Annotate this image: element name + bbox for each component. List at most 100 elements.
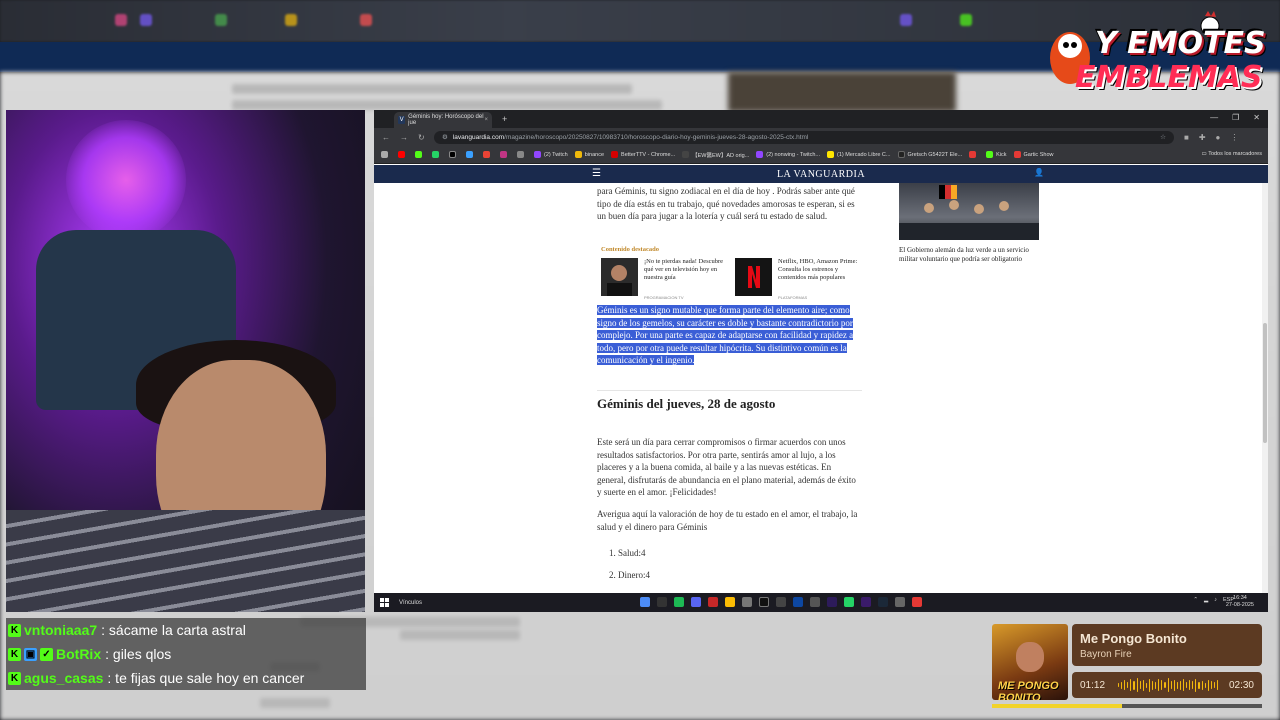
extension-icon[interactable]: ■ — [1184, 133, 1189, 142]
bookmark-twitch[interactable]: (2) Twitch — [534, 151, 568, 158]
apps-grid-icon[interactable] — [381, 151, 391, 158]
waveform-bar — [1152, 680, 1154, 690]
site-logo[interactable]: LA VANGUARDIA — [777, 169, 865, 180]
kick-icon[interactable] — [415, 151, 425, 158]
waveform-bar — [1164, 682, 1166, 688]
photoshop-icon[interactable] — [793, 597, 803, 607]
taskbar-clock[interactable]: 16:34 27-08-2025 — [1226, 595, 1254, 609]
scrollbar[interactable] — [1262, 183, 1268, 593]
site-info-icon[interactable]: ⚙ — [442, 133, 448, 141]
red-icon[interactable] — [969, 151, 979, 158]
cover-title: ME PONGO BONITO — [998, 680, 1059, 700]
highlighted-paragraph: Géminis es un signo mutable que forma pa… — [597, 305, 854, 365]
new-tab-button[interactable]: + — [502, 114, 507, 124]
chat-message: K vntoniaaa7 : sácame la carta astral — [8, 619, 246, 641]
app-icon[interactable] — [810, 597, 820, 607]
reload-icon[interactable]: ↻ — [418, 133, 428, 142]
obs-icon[interactable] — [657, 597, 667, 607]
chat-text: : giles qlos — [105, 646, 172, 662]
bookmark-binance[interactable]: binance — [574, 151, 604, 158]
featured-card-streaming[interactable]: Netflix, HBO, Amazon Prime: Consulta los… — [735, 258, 857, 300]
bookmark-gretsch[interactable]: Gretsch G5422T Ele... — [897, 151, 962, 158]
tab-geminis[interactable]: V Géminis hoy: Horóscopo del jue × — [394, 112, 492, 128]
check-icon[interactable] — [466, 151, 476, 158]
chat-username: BotRix — [56, 646, 102, 662]
x-icon[interactable] — [449, 151, 459, 158]
gmail-icon[interactable] — [483, 151, 493, 158]
steam-icon[interactable] — [640, 597, 650, 607]
close-window-button[interactable]: ✕ — [1253, 113, 1260, 122]
premiere-icon[interactable] — [827, 597, 837, 607]
parliament-photo-icon — [899, 185, 1039, 240]
hamburger-menu-icon[interactable]: ☰ — [592, 168, 601, 179]
chevron-up-icon[interactable]: ⌃ — [1193, 597, 1198, 603]
app-icon[interactable] — [776, 597, 786, 607]
profile-icon[interactable]: ● — [1216, 133, 1221, 142]
after-effects-icon[interactable] — [861, 597, 871, 607]
total-time: 02:30 — [1228, 680, 1254, 691]
chrome-icon[interactable] — [725, 597, 735, 607]
extensions-puzzle-icon[interactable]: ✚ — [1199, 133, 1206, 142]
now-playing-widget: ME PONGO BONITO Me Pongo Bonito Bayron F… — [992, 624, 1262, 708]
waveform-bar — [1207, 679, 1209, 691]
whatsapp-icon[interactable] — [844, 597, 854, 607]
bot-badge-icon: ▣ — [24, 647, 37, 661]
featured-label: Contenido destacado — [601, 246, 659, 253]
waveform-bar — [1195, 678, 1197, 692]
waveform-bar — [1161, 680, 1163, 690]
list-item: 2. Dinero:4 — [609, 570, 650, 580]
tab-close-icon[interactable]: × — [484, 117, 488, 123]
user-icon[interactable]: 👤 — [1034, 168, 1044, 177]
bookmark-kick[interactable]: Kick — [986, 151, 1007, 158]
waveform-bar — [1118, 683, 1120, 687]
bookmark-mercadolibre[interactable]: (1) Mercado Libre C... — [827, 151, 891, 158]
news-photo — [899, 183, 1039, 240]
scrollbar-thumb[interactable] — [1263, 323, 1267, 443]
steam-icon[interactable] — [878, 597, 888, 607]
news-caption: El Gobierno alemán da luz verde a un ser… — [899, 246, 1029, 263]
taskbar-links[interactable]: Vínculos — [399, 600, 422, 606]
bookmark-ew[interactable]: 【EW醤EW】AD orig... — [682, 151, 749, 159]
globe-icon[interactable] — [517, 151, 527, 158]
app-icon[interactable] — [912, 597, 922, 607]
app-icon[interactable] — [895, 597, 905, 607]
whatsapp-icon[interactable] — [432, 151, 442, 158]
featured-card-tv[interactable]: ¡No te pierdas nada! Descubre qué ver en… — [601, 258, 723, 300]
network-icon[interactable]: ▂ — [1204, 597, 1208, 603]
sidebar-news[interactable]: El Gobierno alemán da luz verde a un ser… — [899, 183, 1039, 264]
all-bookmarks-folder[interactable]: ▭ Todos los marcadores — [1202, 151, 1262, 157]
forward-icon[interactable]: → — [400, 133, 410, 142]
album-cover: ME PONGO BONITO — [992, 624, 1068, 700]
back-icon[interactable]: ← — [382, 133, 392, 142]
twitch-icon — [756, 151, 764, 158]
app-icon[interactable] — [742, 597, 752, 607]
discord-icon[interactable] — [691, 597, 701, 607]
song-title: Me Pongo Bonito — [1080, 631, 1187, 646]
spotify-icon[interactable] — [674, 597, 684, 607]
app-icon[interactable] — [708, 597, 718, 607]
background-image — [728, 72, 956, 112]
ratings-intro: Averigua aquí la valoración de hoy de tu… — [597, 509, 858, 532]
bookmark-nonwing[interactable]: (2) nonwing - Twitch... — [756, 151, 820, 158]
bookmark-gartic[interactable]: Gartic Show — [1013, 151, 1053, 158]
url-input[interactable]: ⚙ lavanguardia.com /magazine/horoscopo/2… — [434, 130, 1174, 144]
waveform-bar — [1192, 681, 1194, 689]
maximize-button[interactable]: ❐ — [1232, 113, 1239, 122]
menu-dots-icon[interactable]: ⋮ — [1230, 133, 1238, 142]
bookmark-star-icon[interactable]: ☆ — [1160, 133, 1166, 141]
windows-start-icon[interactable] — [380, 598, 389, 607]
address-bar-row: ← → ↻ ⚙ lavanguardia.com /magazine/horos… — [374, 128, 1268, 146]
gartic-icon — [1013, 151, 1021, 158]
minimize-button[interactable]: — — [1210, 113, 1218, 122]
tiktok-icon[interactable] — [759, 597, 769, 607]
chat-text: : sácame la carta astral — [101, 622, 246, 638]
volume-icon[interactable]: ♪ — [1214, 597, 1217, 603]
clock-time: 16:34 — [1233, 595, 1247, 601]
waveform-bar — [1186, 682, 1188, 688]
card-source: PLATAFORMAS — [778, 295, 808, 300]
url-path: /magazine/horoscopo/20250827/10983710/ho… — [504, 133, 809, 141]
instagram-icon[interactable] — [500, 151, 510, 158]
artist-name: Bayron Fire — [1080, 649, 1132, 660]
youtube-icon[interactable] — [398, 151, 408, 158]
bookmark-betterttv[interactable]: BetterTTV - Chrome... — [611, 151, 675, 158]
